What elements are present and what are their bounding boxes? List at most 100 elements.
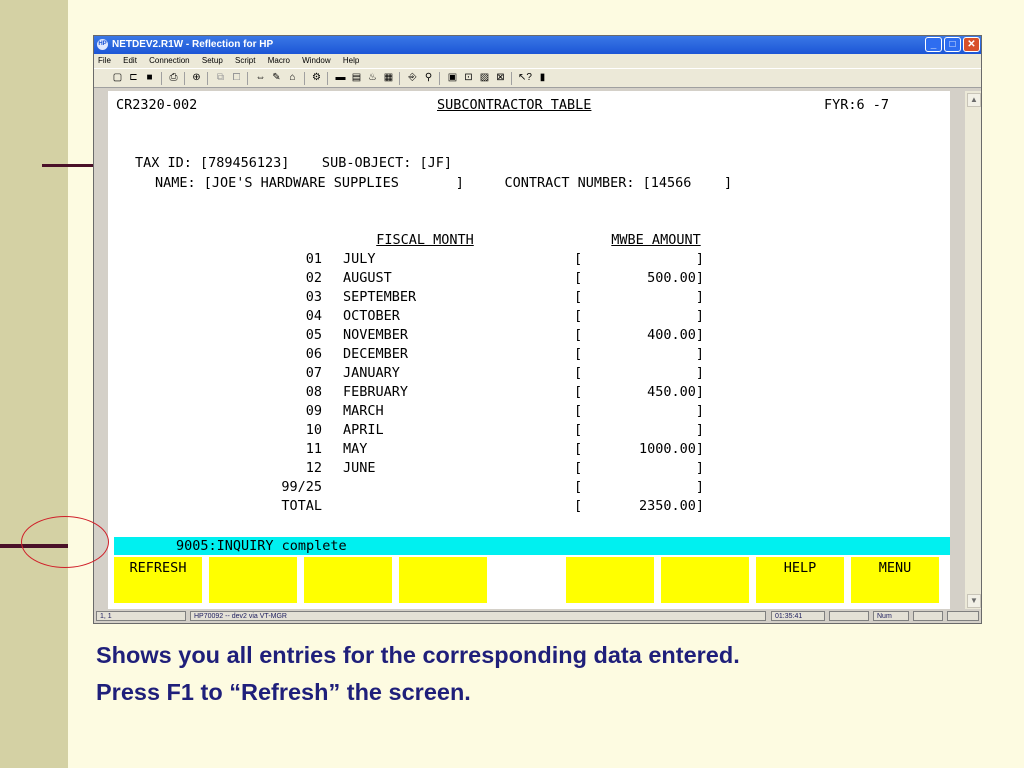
scroll-up-icon[interactable]: ▲ [967, 93, 981, 107]
menu-macro[interactable]: Macro [268, 56, 290, 65]
toolbar-separator [439, 72, 440, 85]
minimize-button[interactable]: _ [925, 37, 942, 52]
mwbe-amount-field[interactable]: [ ] [574, 346, 704, 362]
toolbar-separator [327, 72, 328, 85]
month-number: 08 [305, 384, 322, 400]
mwbe-amount-field[interactable]: [ 2350.00] [574, 498, 704, 514]
menu-setup[interactable]: Setup [202, 56, 223, 65]
menu-key[interactable]: MENU [851, 557, 939, 603]
screen-icon[interactable]: ⊡ [462, 72, 475, 84]
scroll-down-icon[interactable]: ▼ [967, 594, 981, 608]
mwbe-amount-field[interactable]: [ ] [574, 308, 704, 324]
month-number: 10 [305, 422, 322, 438]
slide-left-band [0, 0, 68, 768]
mwbe-amount-field[interactable]: [ ] [574, 403, 704, 419]
menu-file[interactable]: File [98, 56, 111, 65]
month-name: JUNE [343, 460, 376, 476]
screen-icon[interactable]: ▨ [478, 72, 491, 84]
new-icon[interactable]: ▢ [111, 72, 124, 84]
find-icon[interactable]: ⊕ [190, 72, 203, 84]
month-number: 09 [305, 403, 322, 419]
terminal-icon[interactable]: ▣ [446, 72, 459, 84]
fiscal-month-header: FISCAL MONTH [376, 232, 474, 248]
status-line: 9005:INQUIRY complete [114, 537, 950, 555]
function-key-f7[interactable] [661, 557, 749, 603]
window-title: NETDEV2.R1W - Reflection for HP [112, 39, 274, 50]
month-name: OCTOBER [343, 308, 400, 324]
hp-icon: HP [97, 39, 108, 50]
status-message: 9005:INQUIRY complete [176, 538, 347, 554]
macro-icon[interactable]: ⎆ [406, 72, 419, 84]
clock: 01:35:41 [771, 611, 825, 621]
function-key-f6[interactable] [566, 557, 654, 603]
month-number: TOTAL [281, 498, 322, 514]
toolbar-separator [161, 72, 162, 85]
save-icon[interactable]: ■ [143, 72, 156, 84]
close-button[interactable]: ✕ [963, 37, 980, 52]
screen-title: SUBCONTRACTOR TABLE [437, 97, 592, 113]
book-icon[interactable]: ▮ [536, 72, 549, 84]
connect-icon[interactable]: ⇔ [254, 72, 267, 84]
caption-line-2: Press F1 to “Refresh” the screen. [96, 679, 471, 705]
slide-rule [42, 164, 94, 167]
menu-edit[interactable]: Edit [123, 56, 137, 65]
print-icon[interactable]: ⎙ [167, 72, 180, 84]
mwbe-amount-field[interactable]: [ ] [574, 460, 704, 476]
toolbar-separator [184, 72, 185, 85]
month-number: 11 [305, 441, 322, 457]
copy-icon[interactable]: ⧉ [214, 72, 227, 84]
mwbe-amount-field[interactable]: [ 500.00] [574, 270, 704, 286]
open-icon[interactable]: ⊏ [127, 72, 140, 84]
slide-rule [0, 544, 68, 548]
refresh-key[interactable]: REFRESH [114, 557, 202, 603]
maximize-button[interactable]: □ [944, 37, 961, 52]
mwbe-amount-field[interactable]: [ ] [574, 289, 704, 305]
function-key-f2[interactable] [209, 557, 297, 603]
receive-icon[interactable]: ⌂ [286, 72, 299, 84]
tax-id-line: TAX ID: [789456123] SUB-OBJECT: [JF] [135, 155, 452, 171]
status-empty [913, 611, 943, 621]
display-icon[interactable]: ▬ [334, 72, 347, 84]
title-bar: HP NETDEV2.R1W - Reflection for HP _ □ ✕ [94, 36, 981, 54]
mwbe-amount-field[interactable]: [ 1000.00] [574, 441, 704, 457]
name-line: NAME: [JOE'S HARDWARE SUPPLIES ] CONTRAC… [155, 175, 733, 191]
month-name: AUGUST [343, 270, 392, 286]
settings-icon[interactable]: ⚙ [310, 72, 323, 84]
mwbe-amount-field[interactable]: [ ] [574, 479, 704, 495]
transfer-icon[interactable]: ✎ [270, 72, 283, 84]
terminal-screen[interactable]: CR2320-002 SUBCONTRACTOR TABLE FYR:6 -7 … [108, 91, 950, 609]
slide-caption: Shows you all entries for the correspond… [96, 637, 740, 711]
function-key-f3[interactable] [304, 557, 392, 603]
menu-script[interactable]: Script [235, 56, 255, 65]
month-number: 05 [305, 327, 322, 343]
record-icon[interactable]: ⚲ [422, 72, 435, 84]
month-number: 99/25 [281, 479, 322, 495]
month-name: MAY [343, 441, 368, 457]
vertical-scrollbar[interactable]: ▲ ▼ [965, 91, 981, 609]
mwbe-amount-field[interactable]: [ ] [574, 365, 704, 381]
mwbe-amount-field[interactable]: [ ] [574, 422, 704, 438]
hide-icon[interactable]: ▦ [382, 72, 395, 84]
month-number: 04 [305, 308, 322, 324]
keyboard-icon[interactable]: ▤ [350, 72, 363, 84]
menu-window[interactable]: Window [302, 56, 330, 65]
screen-icon[interactable]: ⊠ [494, 72, 507, 84]
num-lock-indicator: Num [873, 611, 909, 621]
month-name: JANUARY [343, 365, 400, 381]
month-name: FEBRUARY [343, 384, 409, 400]
mwbe-amount-field[interactable]: [ 400.00] [574, 327, 704, 343]
month-name: APRIL [343, 422, 384, 438]
menu-help[interactable]: Help [343, 56, 359, 65]
menu-connection[interactable]: Connection [149, 56, 189, 65]
fiscal-year: FYR:6 -7 [824, 97, 890, 113]
toolbar: ▢ ⊏ ■ ⎙ ⊕ ⧉ ⧠ ⇔ ✎ ⌂ ⚙ ▬ ▤ ♨ ▦ ⎆ ⚲ ▣ ⊡ ▨ … [94, 68, 981, 88]
mwbe-amount-field[interactable]: [ ] [574, 251, 704, 267]
function-key-f4[interactable] [399, 557, 487, 603]
month-name: SEPTEMBER [343, 289, 417, 305]
mwbe-amount-field[interactable]: [ 450.00] [574, 384, 704, 400]
network-icon[interactable]: ♨ [366, 72, 379, 84]
month-name: MARCH [343, 403, 384, 419]
paste-icon[interactable]: ⧠ [230, 72, 243, 84]
help-key[interactable]: HELP [756, 557, 844, 603]
help-icon[interactable]: ↖? [518, 72, 532, 84]
